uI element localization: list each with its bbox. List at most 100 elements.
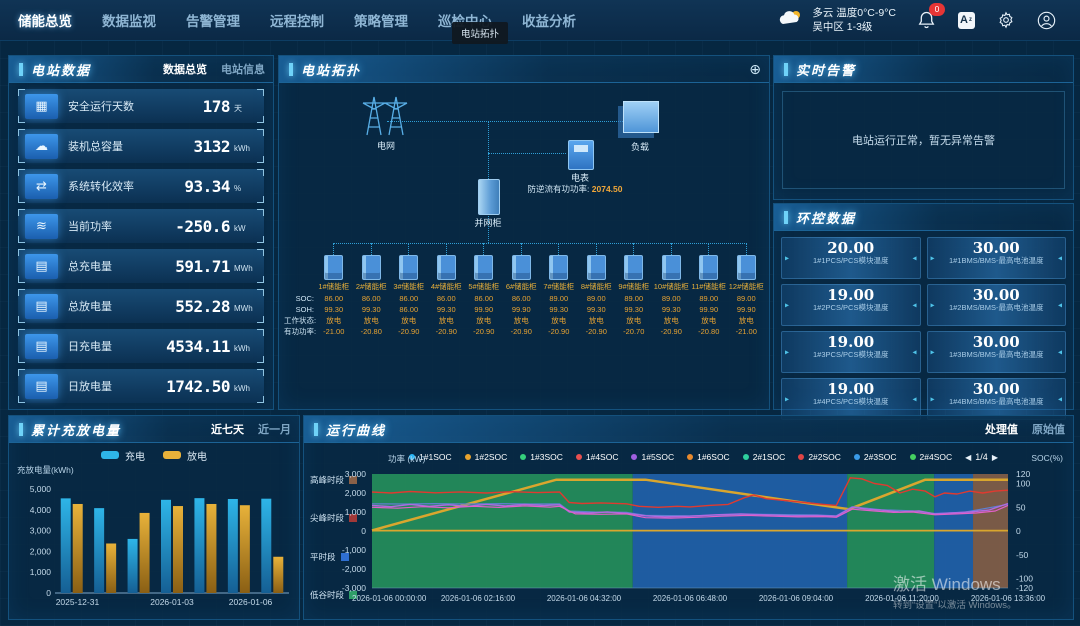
legend-dot: [631, 454, 637, 460]
zoom-magnifier-icon[interactable]: ⊕: [749, 61, 761, 78]
nav-item[interactable]: 策略管理: [354, 10, 408, 30]
cabinet-status: 放电: [551, 315, 566, 326]
stat-label: 当前功率: [68, 218, 112, 234]
tab-station-info[interactable]: 电站信息: [221, 61, 265, 77]
nav-item[interactable]: 收益分析: [522, 10, 576, 30]
left-arrow-icon[interactable]: ▸: [785, 254, 789, 263]
stat-value: 178: [203, 97, 230, 116]
right-arrow-icon[interactable]: ◂: [1058, 254, 1062, 263]
left-arrow-icon[interactable]: ▸: [931, 301, 935, 310]
cabinet-soc: 86.00: [399, 293, 418, 304]
curve-header: 运行曲线 处理值 原始值: [304, 416, 1073, 443]
left-arrow-icon[interactable]: ▸: [785, 348, 789, 357]
legend-2#1SOC[interactable]: 2#1SOC: [743, 452, 786, 462]
tab-last-7-days[interactable]: 近七天: [211, 421, 244, 437]
power-icon: ≋: [25, 214, 58, 239]
cabinet-name: 9#储能柜: [618, 281, 649, 293]
stat-row: ▤日充电量4534.11kWh: [18, 329, 264, 363]
tab-last-month[interactable]: 近一月: [258, 421, 291, 437]
storage-cabinet-icon: [587, 255, 606, 280]
legend-放电[interactable]: 放电: [163, 448, 207, 463]
alarm-header: 实时告警: [774, 56, 1073, 83]
cabinet-status: 放电: [626, 315, 641, 326]
svg-text:5,000: 5,000: [30, 484, 52, 494]
tab-raw-value[interactable]: 原始值: [1032, 421, 1065, 437]
cabinet-status: 放电: [326, 315, 341, 326]
legend-1#4SOC[interactable]: 1#4SOC: [576, 452, 619, 462]
user-profile-icon[interactable]: [1036, 10, 1056, 30]
legend-swatch: [101, 451, 119, 459]
legend-dot: [465, 454, 471, 460]
cabinet-power: -20.80: [361, 326, 382, 337]
tab-processed-value[interactable]: 处理值: [985, 421, 1018, 437]
left-arrow-icon[interactable]: ▸: [785, 395, 789, 404]
cabinet-soh: 99.30: [662, 304, 681, 315]
right-arrow-icon[interactable]: ◂: [1058, 348, 1062, 357]
stat-label: 安全运行天数: [68, 98, 134, 114]
pager-next-icon[interactable]: ▶: [992, 453, 998, 462]
storage-cabinet-icon: [662, 255, 681, 280]
storage-cabinet-icon: [474, 255, 493, 280]
legend-充电[interactable]: 充电: [101, 448, 145, 463]
svg-text:2026-01-06: 2026-01-06: [229, 597, 273, 607]
nav-item[interactable]: 告警管理: [186, 10, 240, 30]
cabinet-name: 1#储能柜: [318, 281, 349, 293]
legend-1#2SOC[interactable]: 1#2SOC: [465, 452, 508, 462]
storage-cabinet-icon: [512, 255, 531, 280]
load-label: 负载: [631, 140, 649, 153]
left-arrow-icon[interactable]: ▸: [931, 254, 935, 263]
right-arrow-icon[interactable]: ◂: [1058, 395, 1062, 404]
cabinet-status: 放电: [739, 315, 754, 326]
left-arrow-icon[interactable]: ▸: [785, 301, 789, 310]
nav-item[interactable]: 远程控制: [270, 10, 324, 30]
cabinet-drop-line: [671, 243, 672, 255]
tab-data-overview[interactable]: 数据总览: [163, 61, 207, 77]
pager-prev-icon[interactable]: ◀: [965, 453, 971, 462]
cabinet-status: 放电: [589, 315, 604, 326]
font-size-icon[interactable]: Az: [956, 10, 976, 30]
storage-cabinet-icon: [737, 255, 756, 280]
legend-2#3SOC[interactable]: 2#3SOC: [854, 452, 897, 462]
topology-diagram: 电网 负载 电表 防逆流有功功率: 2074.50 并网柜 SOC:SOH:工作…: [279, 83, 769, 409]
legend-1#3SOC[interactable]: 1#3SOC: [520, 452, 563, 462]
left-arrow-icon[interactable]: ▸: [931, 395, 935, 404]
cabinet-soh: 86.00: [399, 304, 418, 315]
env-header: 环控数据: [774, 204, 1073, 231]
settings-gear-icon[interactable]: [996, 10, 1016, 30]
alarm-message: 电站运行正常，暂无异常告警: [782, 91, 1065, 189]
cabinet-soc: 89.00: [587, 293, 606, 304]
battery-charge-icon: ▤: [25, 254, 58, 279]
station-data-title: 电站数据: [31, 60, 91, 79]
cabinet-soh: 99.90: [699, 304, 718, 315]
right-arrow-icon[interactable]: ◂: [1058, 301, 1062, 310]
notification-bell-icon[interactable]: 0: [916, 10, 936, 30]
legend-1#6SOC[interactable]: 1#6SOC: [687, 452, 730, 462]
svg-text:3,000: 3,000: [345, 469, 367, 479]
nav-item[interactable]: 数据监视: [102, 10, 156, 30]
right-arrow-icon[interactable]: ◂: [912, 395, 916, 404]
env-label: 1#1PCS/PCS模块温度: [782, 256, 920, 265]
legend-label: 1#4SOC: [586, 452, 619, 462]
cabinet-drop-line: [446, 243, 447, 255]
operation-line-chart: 3,0002,0001,0000-1,000-2,000-3,000120100…: [308, 468, 1070, 614]
right-arrow-icon[interactable]: ◂: [912, 254, 916, 263]
nav-item[interactable]: 储能总览: [18, 10, 72, 30]
legend-2#2SOC[interactable]: 2#2SOC: [798, 452, 841, 462]
svg-text:充放电量(kWh): 充放电量(kWh): [17, 465, 74, 475]
left-arrow-icon[interactable]: ▸: [931, 348, 935, 357]
curve-title: 运行曲线: [326, 420, 386, 439]
legend-label: 2#4SOC: [920, 452, 953, 462]
cumulative-bar-chart: 充放电量(kWh)01,0002,0003,0004,0005,0002025-…: [9, 465, 297, 620]
legend-2#4SOC[interactable]: 2#4SOC: [910, 452, 953, 462]
env-data-panel: 环控数据 ▸20.001#1PCS/PCS模块温度◂▸30.001#1BMS/B…: [773, 203, 1074, 410]
env-value: 30.00: [928, 287, 1066, 303]
cabinet-column: 11#储能柜89.0099.90放电-20.80: [691, 243, 727, 337]
capacity-icon: ☁: [25, 134, 58, 159]
legend-1#5SOC[interactable]: 1#5SOC: [631, 452, 674, 462]
env-card: ▸19.001#4PCS/PCS模块温度◂: [781, 378, 921, 420]
cabinet-row-labels: SOC:SOH:工作状态:有功功率:: [284, 243, 314, 337]
right-arrow-icon[interactable]: ◂: [912, 348, 916, 357]
right-arrow-icon[interactable]: ◂: [912, 301, 916, 310]
cabinet-column: 3#储能柜86.0086.00放电-20.90: [391, 243, 427, 337]
junction-down-line: [488, 121, 489, 181]
